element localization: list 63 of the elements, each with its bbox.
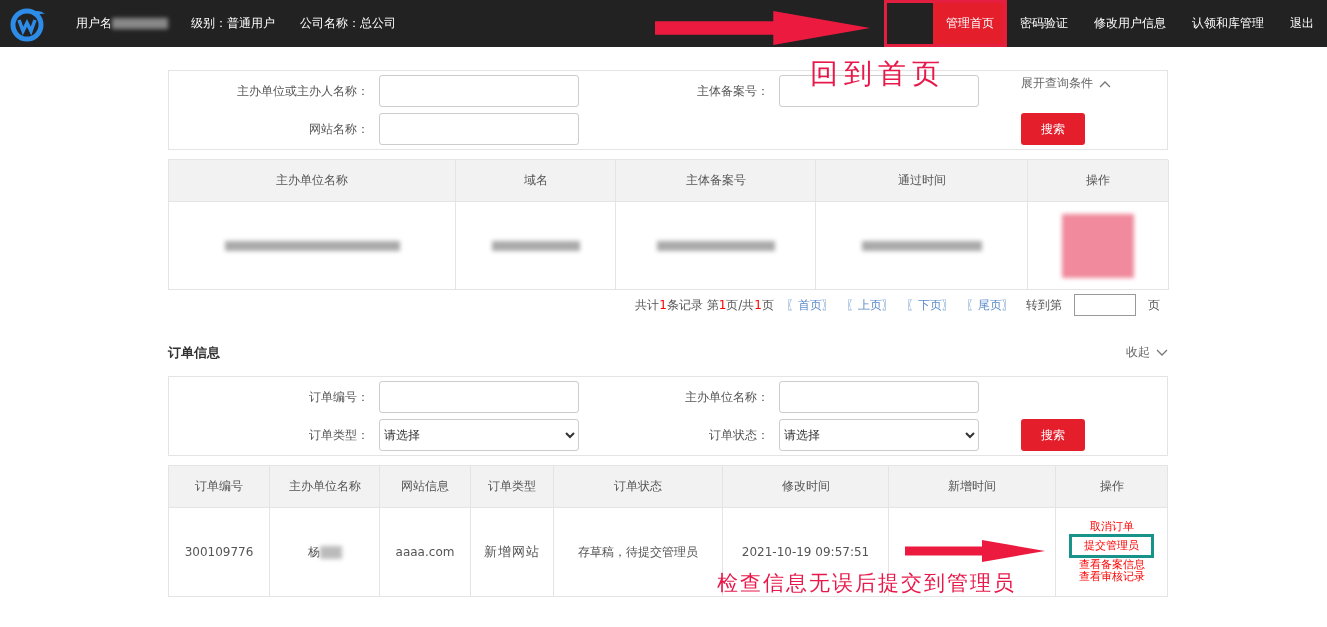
- column-header: 新增时间: [889, 466, 1056, 508]
- field-label: 订单状态：: [708, 426, 770, 444]
- search-button[interactable]: 搜索: [1021, 113, 1085, 145]
- chevron-up-icon: [1099, 79, 1111, 88]
- pagination-link[interactable]: 〖首页〗: [786, 296, 834, 314]
- table-cell: 存草稿，待提交管理员: [578, 543, 698, 561]
- annotation-text: 检查信息无误后提交到管理员: [717, 570, 1016, 597]
- field-label: 网站名称：: [308, 120, 370, 138]
- section-title: 订单信息: [168, 344, 220, 362]
- collapse-link[interactable]: 收起: [1126, 344, 1168, 361]
- nav-link[interactable]: 修改用户信息: [1081, 0, 1179, 47]
- input-field[interactable]: [379, 381, 579, 413]
- input-field[interactable]: [379, 113, 579, 145]
- search-button[interactable]: 搜索: [1021, 419, 1085, 451]
- field-label: 主办单位或主办人名称：: [236, 82, 370, 100]
- column-header: 操作: [1056, 466, 1168, 508]
- input-field[interactable]: [779, 381, 979, 413]
- field-label: 订单编号：: [308, 388, 370, 406]
- pagination-link[interactable]: 〖下页〗: [906, 296, 954, 314]
- column-header: 网站信息: [380, 466, 471, 508]
- column-header: 操作: [1028, 160, 1169, 202]
- field-label: 主办单位名称：: [684, 388, 770, 406]
- page-input[interactable]: [1074, 294, 1136, 316]
- column-header: 通过时间: [816, 160, 1028, 202]
- pagination-link[interactable]: 〖上页〗: [846, 296, 894, 314]
- select-field[interactable]: 请选择: [379, 419, 579, 451]
- nav-link[interactable]: 退出: [1277, 0, 1327, 47]
- input-field[interactable]: [379, 75, 579, 107]
- action-link[interactable]: 查看审核记录: [1078, 571, 1145, 583]
- column-header: 域名: [456, 160, 616, 202]
- redacted-text: [112, 18, 168, 29]
- company-name: 公司名称：总公司: [300, 15, 396, 32]
- annotation-text: 回到首页: [810, 56, 946, 92]
- column-header: 订单编号: [169, 466, 270, 508]
- chevron-down-icon: [1156, 348, 1168, 357]
- table-cell: 2021-10-19 09:57:51: [741, 545, 870, 559]
- username-label: 用户名: [76, 15, 112, 32]
- redacted-text: [319, 545, 342, 559]
- goto-label: 转到第: [1026, 296, 1062, 314]
- action-link[interactable]: 取消订单: [1089, 521, 1134, 533]
- page-unit: 页: [1148, 296, 1160, 314]
- table-cell: 300109776: [184, 545, 254, 559]
- user-level: 级别：普通用户: [191, 15, 275, 32]
- select-field[interactable]: 请选择: [779, 419, 979, 451]
- field-label: 主体备案号：: [696, 82, 770, 100]
- action-link[interactable]: 查看备案信息: [1078, 559, 1145, 571]
- nav-link[interactable]: 密码验证: [1007, 0, 1081, 47]
- field-label: 订单类型：: [308, 426, 370, 444]
- pagination-link[interactable]: 〖尾页〗: [966, 296, 1014, 314]
- action-link[interactable]: 提交管理员: [1069, 534, 1154, 558]
- table-cell: 新增网站: [484, 543, 540, 561]
- column-header: 主办单位名称: [270, 466, 380, 508]
- column-header: 修改时间: [723, 466, 889, 508]
- table-cell: 杨: [307, 543, 320, 561]
- nav-link[interactable]: 认领和库管理: [1179, 0, 1277, 47]
- table-cell: aaaa.com: [395, 545, 455, 559]
- column-header: 订单状态: [554, 466, 723, 508]
- column-header: 订单类型: [471, 466, 554, 508]
- column-header: 主办单位名称: [169, 160, 456, 202]
- redacted-links: [1062, 213, 1134, 278]
- expand-filters-link[interactable]: 展开查询条件: [1021, 75, 1167, 92]
- column-header: 主体备案号: [616, 160, 816, 202]
- record-summary: 共计1条记录 第1页/共1页: [635, 296, 774, 314]
